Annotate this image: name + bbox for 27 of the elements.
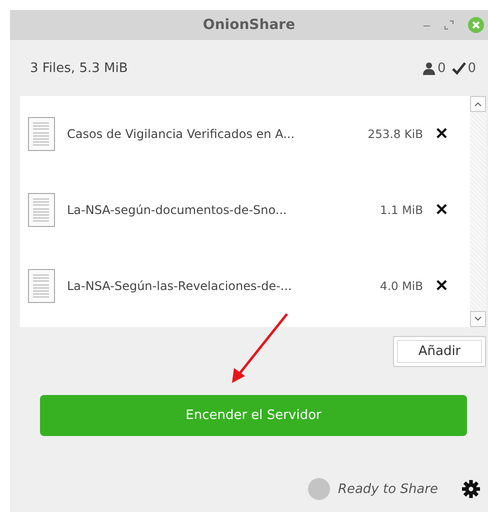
- file-name: Casos de Vigilancia Verificados en A...: [67, 127, 296, 141]
- settings-icon[interactable]: [462, 480, 480, 498]
- document-icon: [28, 269, 55, 303]
- file-size: 253.8 KiB: [368, 127, 423, 141]
- remove-button[interactable]: ✕: [435, 124, 448, 144]
- scroll-down-icon[interactable]: [470, 311, 486, 327]
- file-name: La-NSA-Según-las-Revelaciones-de-...: [67, 279, 293, 293]
- scroll-up-icon[interactable]: [470, 96, 486, 112]
- document-icon: [28, 117, 55, 151]
- file-name: La-NSA-según-documentos-de-Sno...: [67, 203, 288, 217]
- window-title: OnionShare: [202, 17, 296, 33]
- status-text: Ready to Share: [338, 482, 438, 496]
- add-button[interactable]: Añadir: [393, 336, 486, 367]
- scrollbar[interactable]: [470, 96, 486, 327]
- annotation-arrow: [230, 312, 290, 384]
- files-summary: 3 Files, 5.3 MiB: [30, 60, 129, 76]
- person-icon: [423, 62, 436, 74]
- remove-button[interactable]: ✕: [435, 200, 448, 220]
- close-icon[interactable]: [468, 17, 484, 33]
- file-size: 1.1 MiB: [380, 203, 423, 217]
- document-icon: [28, 193, 55, 227]
- check-icon: [452, 62, 466, 74]
- restore-icon[interactable]: [444, 20, 454, 30]
- counter-value: 0: [437, 60, 446, 76]
- counter-value: 0: [468, 60, 476, 76]
- remove-button[interactable]: ✕: [435, 276, 448, 296]
- file-size: 4.0 MiB: [380, 279, 423, 293]
